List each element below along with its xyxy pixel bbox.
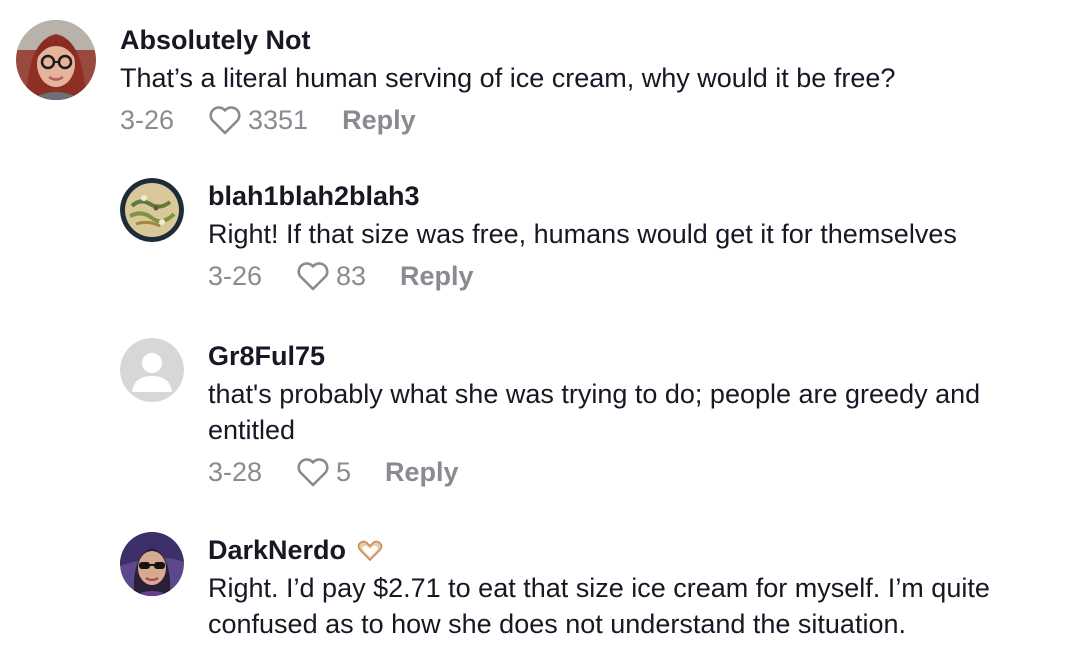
comment-item: Gr8Ful75 that's probably what she was tr… (120, 338, 1038, 490)
comment-meta: 3-28 5 Reply (208, 454, 1038, 490)
comment-username[interactable]: DarkNerdo (208, 534, 1068, 566)
comment-text: That’s a literal human serving of ice cr… (120, 63, 896, 93)
comment-item: DarkNerdo Right. I’d pay $2.71 to eat th… (120, 532, 1068, 642)
heart-outline-icon (209, 106, 241, 135)
username-text[interactable]: DarkNerdo (208, 534, 346, 566)
comment-date: 3-26 (208, 260, 263, 291)
avatar[interactable] (120, 338, 184, 402)
comment-date: 3-26 (120, 104, 175, 135)
heart-outline-icon (297, 458, 329, 487)
user-photo-food-icon (120, 178, 184, 242)
comments-list: Absolutely Not That’s a literal human se… (0, 0, 1078, 654)
avatar[interactable] (120, 178, 184, 242)
like-count: 3351 (248, 104, 309, 135)
comment-text: Right! If that size was free, humans wou… (208, 219, 957, 249)
comment-date: 3-28 (208, 456, 263, 487)
default-avatar-icon (120, 338, 184, 402)
comment-item: Absolutely Not That’s a literal human se… (16, 20, 895, 138)
comment-meta: 3-26 83 Reply (208, 258, 957, 294)
like-count: 83 (336, 260, 367, 291)
comment-text: that's probably what she was trying to d… (208, 379, 981, 445)
comment-username[interactable]: Absolutely Not (120, 24, 895, 56)
comment-body: blah1blah2blah3 Right! If that size was … (208, 180, 957, 294)
comment-meta: 3-26 3351 Reply (120, 102, 895, 138)
comment-text: Right. I’d pay $2.71 to eat that size ic… (208, 573, 990, 639)
like-button[interactable]: 5 (296, 457, 351, 488)
heart-hands-emoji-icon (357, 540, 383, 562)
comment-username[interactable]: Gr8Ful75 (208, 340, 1038, 372)
reply-button[interactable]: Reply (385, 457, 459, 488)
like-count: 5 (336, 456, 352, 487)
like-button[interactable]: 83 (296, 261, 366, 292)
comment-item: blah1blah2blah3 Right! If that size was … (120, 178, 957, 294)
username-text[interactable]: Gr8Ful75 (208, 340, 325, 372)
comment-username[interactable]: blah1blah2blah3 (208, 180, 957, 212)
comment-body: DarkNerdo Right. I’d pay $2.71 to eat th… (208, 534, 1068, 642)
comment-body: Gr8Ful75 that's probably what she was tr… (208, 340, 1038, 490)
avatar[interactable] (120, 532, 184, 596)
user-photo-sunglasses-icon (120, 532, 184, 596)
like-button[interactable]: 3351 (208, 105, 308, 136)
user-photo-glasses-icon (16, 20, 96, 100)
username-text[interactable]: blah1blah2blah3 (208, 180, 420, 212)
reply-button[interactable]: Reply (400, 261, 474, 292)
avatar[interactable] (16, 20, 96, 100)
reply-button[interactable]: Reply (342, 105, 416, 136)
username-text[interactable]: Absolutely Not (120, 24, 311, 56)
heart-outline-icon (297, 262, 329, 291)
comment-body: Absolutely Not That’s a literal human se… (120, 24, 895, 138)
